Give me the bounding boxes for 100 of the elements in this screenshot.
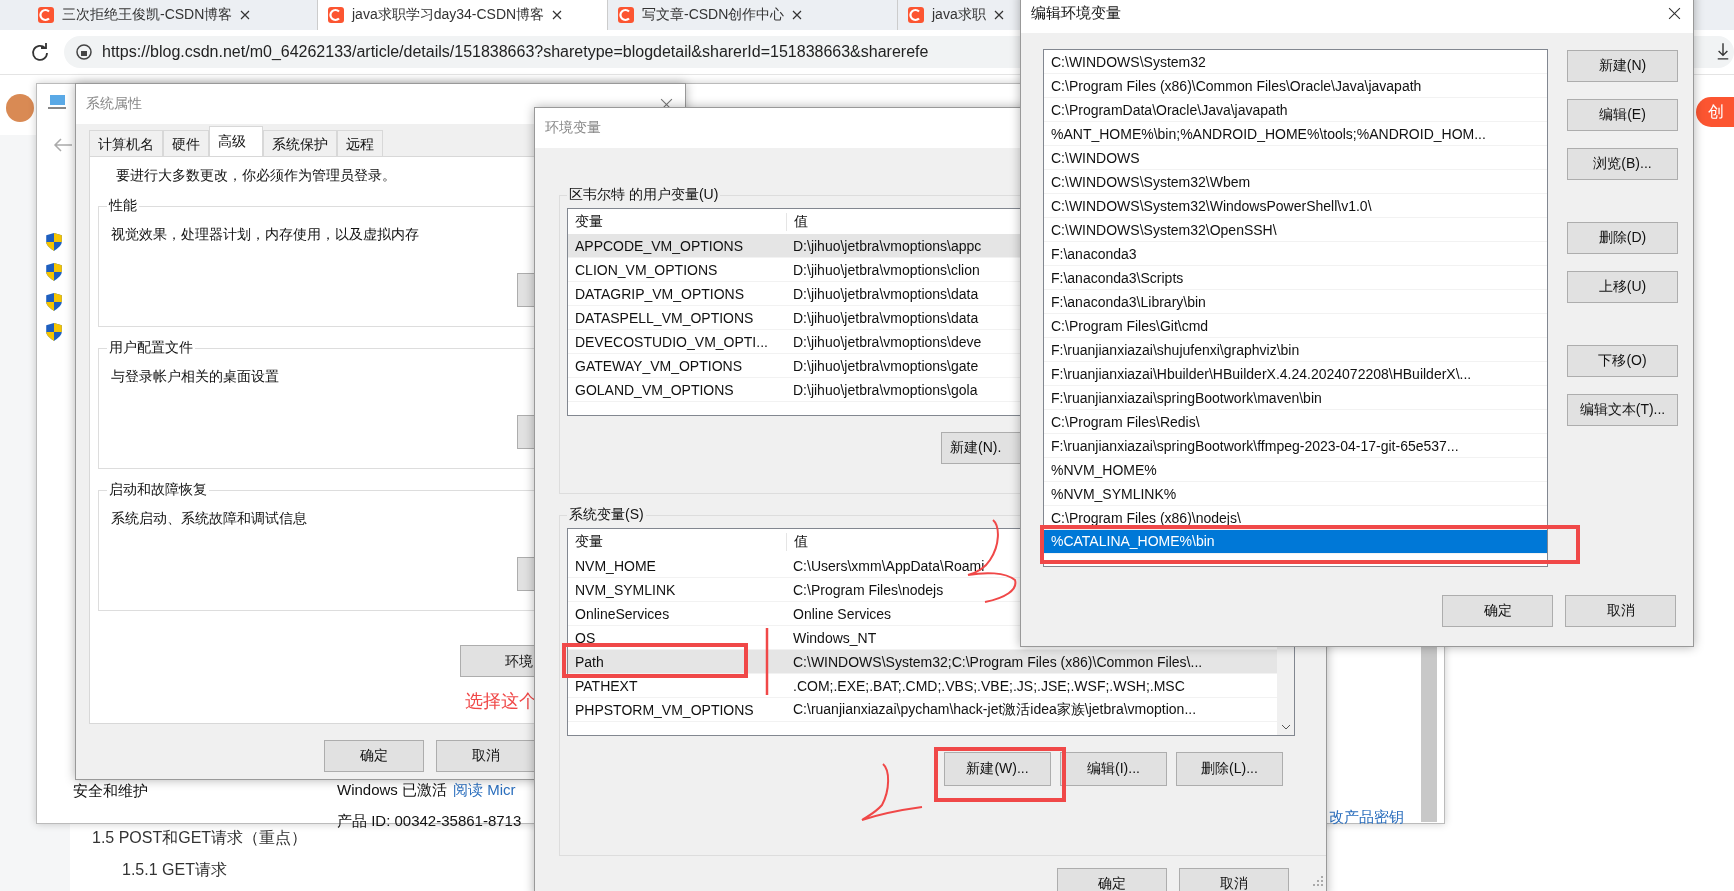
logo-icon (618, 7, 634, 23)
list-item[interactable]: F:\anaconda3\Library\bin (1044, 290, 1547, 314)
group-title: 区韦尔特 的用户变量(U) (568, 186, 720, 204)
group-description: 与登录帐户相关的桌面设置 (111, 368, 279, 384)
list-item[interactable]: F:\ruanjianxiazai\springBootwork\maven\bin (1044, 386, 1547, 410)
variable-value: D:\jihuo\jetbra\vmoptions\clion (792, 261, 980, 278)
list-item[interactable]: C:\Program Files\Git\cmd (1044, 314, 1547, 338)
dialog-button[interactable]: 确定 (1057, 868, 1167, 891)
group-description: 视觉效果，处理器计划，内存使用，以及虚拟内存 (111, 226, 419, 242)
article-heading[interactable]: 1.5.1 GET请求 (122, 860, 227, 881)
browser-tab[interactable]: 写文章-CSDN创作中心 (608, 0, 898, 30)
dialog-button[interactable]: 编辑文本(T)... (1567, 394, 1678, 426)
avatar-icon[interactable] (6, 94, 34, 122)
list-item[interactable]: C:\WINDOWS\System32 (1044, 50, 1547, 74)
shield-icon (45, 292, 63, 312)
list-item[interactable]: %ANT_HOME%\bin;%ANDROID_HOME%\tools;%ANDROID_HOM... (1044, 122, 1547, 146)
column-header[interactable]: 变量 (568, 532, 786, 551)
handwritten-mark-drawing (861, 763, 923, 821)
list-item[interactable]: C:\WINDOWS\System32\OpenSSH\ (1044, 218, 1547, 242)
list-item[interactable]: F:\ruanjianxiazai\springBootwork\ffmpeg-2023-04-17-git-65e537... (1044, 434, 1547, 458)
change-key-link[interactable]: 改产品密钥 (1329, 808, 1404, 827)
group-description: 系统启动、系统故障和调试信息 (111, 510, 307, 526)
activation-status: Windows 已激活 (337, 781, 448, 800)
dialog-button[interactable]: 新建(W)... (944, 752, 1051, 786)
list-item[interactable]: %NVM_HOME% (1044, 458, 1547, 482)
handwritten-note: 选择这个 (465, 690, 537, 713)
browser-tab[interactable]: 三次拒绝王俊凯-CSDN博客 (28, 0, 318, 30)
tab[interactable]: 远程 (337, 130, 383, 156)
tab[interactable]: 计算机名 (89, 130, 163, 156)
list-item[interactable]: %CATALINA_HOME%\bin (1044, 530, 1547, 554)
shield-icon (45, 232, 63, 252)
column-header[interactable]: 值 (786, 212, 808, 231)
dialog-button[interactable]: 浏览(B)... (1567, 148, 1678, 180)
close-icon[interactable] (993, 10, 1004, 20)
dialog-button[interactable]: 确定 (324, 740, 424, 772)
variable-name: NVM_SYMLINK (574, 581, 677, 598)
list-item[interactable]: C:\WINDOWS (1044, 146, 1547, 170)
scrollbar[interactable] (1421, 644, 1437, 822)
close-icon[interactable] (1668, 6, 1681, 20)
list-item[interactable]: C:\Program Files (x86)\Common Files\Oracle\Java\javapath (1044, 74, 1547, 98)
dialog-button[interactable]: 取消 (1565, 595, 1676, 627)
close-icon[interactable] (792, 10, 803, 20)
resize-grip-icon[interactable] (1313, 876, 1323, 886)
variable-value: C:\ruanjianxiazai\pycham\hack-jet激活idea家族\jetbra\vmoption... (792, 700, 1197, 719)
site-info-icon[interactable] (76, 44, 92, 60)
variable-name: OnlineServices (574, 605, 671, 622)
list-item[interactable]: F:\ruanjianxiazai\shujufenxi\graphviz\bin (1044, 338, 1547, 362)
reload-icon[interactable] (30, 42, 50, 62)
dialog-button[interactable]: 编辑(E) (1567, 99, 1678, 131)
shield-icon (45, 322, 63, 342)
variable-value: C:\Users\xmm\AppData\Roami (792, 557, 985, 574)
tab-title: java求职 (932, 6, 986, 24)
close-icon[interactable] (240, 10, 251, 20)
variable-name: GOLAND_VM_OPTIONS (574, 381, 735, 398)
dialog-button[interactable]: 编辑(I)... (1060, 752, 1167, 786)
list-item[interactable]: C:\WINDOWS\System32\Wbem (1044, 170, 1547, 194)
list-item[interactable]: F:\anaconda3 (1044, 242, 1547, 266)
dialog-button[interactable]: 取消 (1179, 868, 1289, 891)
list-item[interactable]: C:\WINDOWS\System32\WindowsPowerShell\v1.0\ (1044, 194, 1547, 218)
download-icon[interactable] (1716, 42, 1730, 60)
variable-value: Online Services (792, 605, 892, 622)
license-link[interactable]: 阅读 Micr (453, 781, 516, 800)
list-item[interactable]: F:\ruanjianxiazai\Hbuilder\HBuilderX.4.24.2024072208\HBuilderX\... (1044, 362, 1547, 386)
browser-tab[interactable]: java求职学习day34-CSDN博客 (318, 0, 608, 30)
dialog-button[interactable]: 上移(U) (1567, 271, 1678, 303)
variable-value: .COM;.EXE;.BAT;.CMD;.VBS;.VBE;.JS;.JSE;.WSF;.WSH;.MSC (792, 677, 1185, 694)
window-title: 系统属性 (86, 95, 142, 113)
variable-value: Windows_NT (792, 629, 877, 646)
list-item[interactable]: F:\anaconda3\Scripts (1044, 266, 1547, 290)
variable-name: NVM_HOME (574, 557, 657, 574)
tab-title: 三次拒绝王俊凯-CSDN博客 (62, 6, 233, 24)
list-item[interactable]: C:\Program Files\Redis\ (1044, 410, 1547, 434)
list-item[interactable]: C:\ProgramData\Oracle\Java\javapath (1044, 98, 1547, 122)
column-header[interactable]: 变量 (568, 212, 786, 231)
tab[interactable]: 系统保护 (263, 130, 337, 156)
dialog-button[interactable]: 删除(L)... (1176, 752, 1283, 786)
variable-name: PATHEXT (574, 677, 639, 694)
tab[interactable]: 高级 (209, 126, 263, 156)
security-link[interactable]: 安全和维护 (73, 782, 148, 801)
dialog-button[interactable]: 新建(N) (1567, 50, 1678, 82)
variable-value: C:\WINDOWS\System32;C:\Program Files (x86)\Common Files\... (792, 653, 1203, 670)
dialog-button[interactable]: 确定 (1442, 595, 1553, 627)
tab[interactable]: 硬件 (163, 130, 209, 156)
shield-icon (45, 262, 63, 282)
dialog-button[interactable]: 删除(D) (1567, 222, 1678, 254)
dialog-button[interactable]: 下移(O) (1567, 345, 1678, 377)
tab-title: java求职学习day34-CSDN博客 (352, 6, 545, 24)
list-item[interactable]: %NVM_SYMLINK% (1044, 482, 1547, 506)
column-header[interactable]: 值 (786, 532, 808, 551)
computer-icon (47, 94, 67, 110)
variable-name: Path (574, 653, 605, 670)
variable-value: C:\Program Files\nodejs (792, 581, 944, 598)
close-icon[interactable] (552, 10, 563, 20)
variable-name: DATAGRIP_VM_OPTIONS (574, 285, 746, 302)
logo-icon (38, 7, 54, 23)
variable-name: APPCODE_VM_OPTIONS (574, 237, 745, 254)
variable-value: D:\jihuo\jetbra\vmoptions\data (792, 309, 979, 326)
article-heading[interactable]: 1.5 POST和GET请求（重点） (92, 828, 308, 849)
group-title: 启动和故障恢复 (108, 481, 208, 499)
dialog-button[interactable]: 取消 (436, 740, 536, 772)
